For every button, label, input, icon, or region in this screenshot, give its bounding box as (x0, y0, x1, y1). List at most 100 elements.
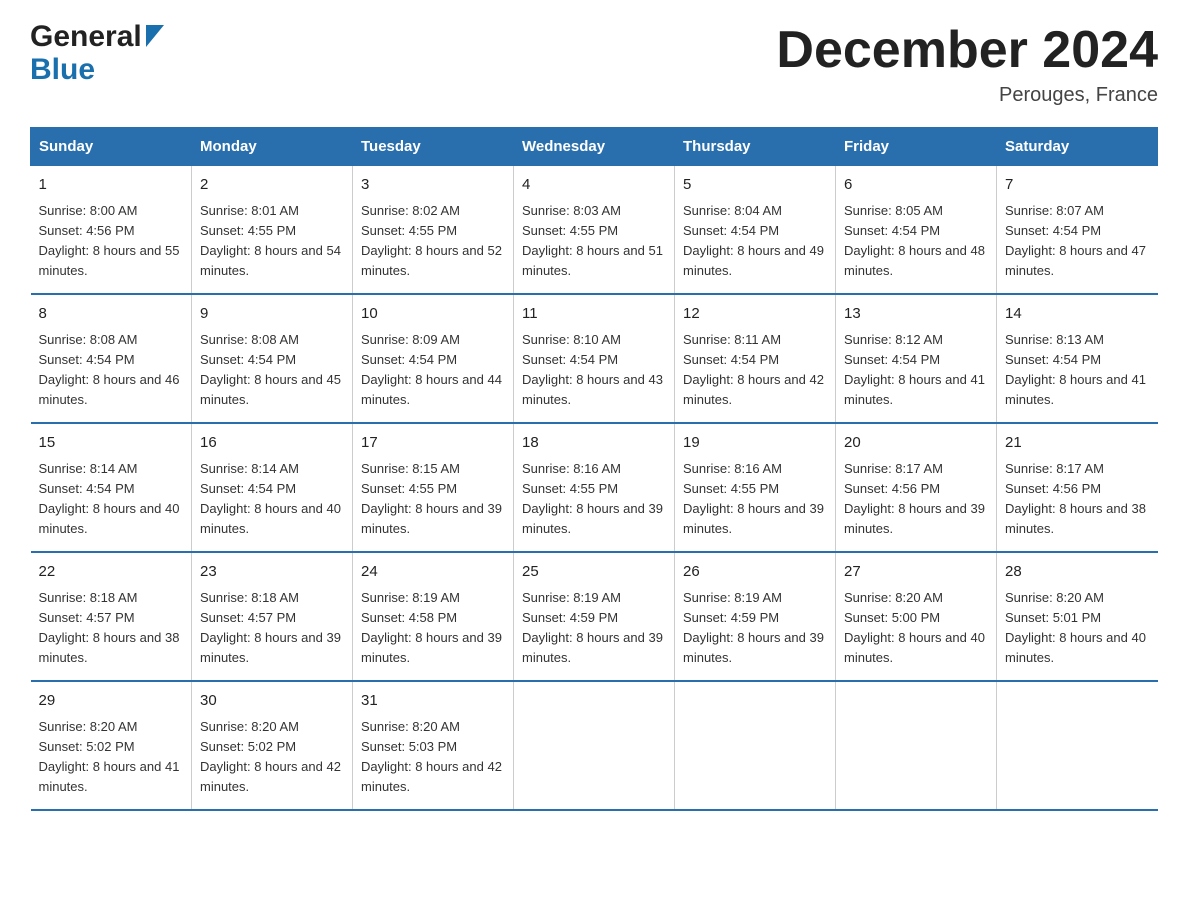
page-header: General Blue December 2024 Perouges, Fra… (30, 20, 1158, 107)
calendar-cell: 15 Sunrise: 8:14 AMSunset: 4:54 PMDayligh… (31, 423, 192, 552)
calendar-table: SundayMondayTuesdayWednesdayThursdayFrid… (30, 127, 1158, 811)
calendar-cell: 2 Sunrise: 8:01 AMSunset: 4:55 PMDaylight… (192, 166, 353, 295)
day-info: Sunrise: 8:14 AMSunset: 4:54 PMDaylight:… (39, 459, 184, 540)
day-number: 25 (522, 561, 666, 584)
calendar-cell: 17Sunrise: 8:15 AMSunset: 4:55 PMDayligh… (353, 423, 514, 552)
day-number: 24 (361, 561, 505, 584)
day-info: Sunrise: 8:02 AMSunset: 4:55 PMDaylight:… (361, 201, 505, 282)
day-info: Sunrise: 8:07 AMSunset: 4:54 PMDaylight:… (1005, 201, 1150, 282)
day-number: 14 (1005, 303, 1150, 326)
header-saturday: Saturday (997, 128, 1158, 166)
day-info: Sunrise: 8:12 AMSunset: 4:54 PMDaylight:… (844, 330, 988, 411)
day-info: Sunrise: 8:08 AMSunset: 4:54 PMDaylight:… (200, 330, 344, 411)
day-info: Sunrise: 8:17 AMSunset: 4:56 PMDaylight:… (844, 459, 988, 540)
title-section: December 2024 Perouges, France (776, 20, 1158, 107)
day-info: Sunrise: 8:10 AMSunset: 4:54 PMDaylight:… (522, 330, 666, 411)
calendar-cell: 1Sunrise: 8:00 AMSunset: 4:56 PMDaylight… (31, 166, 192, 295)
day-info: Sunrise: 8:01 AMSunset: 4:55 PMDaylight:… (200, 201, 344, 282)
calendar-cell: 12 Sunrise: 8:11 AMSunset: 4:54 PMDayligh… (675, 294, 836, 423)
day-number: 20 (844, 432, 988, 455)
calendar-cell: 8 Sunrise: 8:08 AMSunset: 4:54 PMDaylight… (31, 294, 192, 423)
day-number: 5 (683, 174, 827, 197)
day-number: 27 (844, 561, 988, 584)
calendar-cell: 28 Sunrise: 8:20 AMSunset: 5:01 PMDayligh… (997, 552, 1158, 681)
calendar-cell: 3 Sunrise: 8:02 AMSunset: 4:55 PMDaylight… (353, 166, 514, 295)
day-number: 23 (200, 561, 344, 584)
day-info: Sunrise: 8:05 AMSunset: 4:54 PMDaylight:… (844, 201, 988, 282)
calendar-week-row: 22 Sunrise: 8:18 AMSunset: 4:57 PMDayligh… (31, 552, 1158, 681)
calendar-cell: 22 Sunrise: 8:18 AMSunset: 4:57 PMDayligh… (31, 552, 192, 681)
calendar-cell: 30 Sunrise: 8:20 AMSunset: 5:02 PMDayligh… (192, 681, 353, 810)
day-number: 22 (39, 561, 184, 584)
calendar-week-row: 8 Sunrise: 8:08 AMSunset: 4:54 PMDaylight… (31, 294, 1158, 423)
header-sunday: Sunday (31, 128, 192, 166)
calendar-cell: 10 Sunrise: 8:09 AMSunset: 4:54 PMDayligh… (353, 294, 514, 423)
calendar-cell: 23 Sunrise: 8:18 AMSunset: 4:57 PMDayligh… (192, 552, 353, 681)
calendar-cell: 5 Sunrise: 8:04 AMSunset: 4:54 PMDaylight… (675, 166, 836, 295)
day-info: Sunrise: 8:20 AMSunset: 5:02 PMDaylight:… (200, 717, 344, 798)
day-number: 10 (361, 303, 505, 326)
calendar-cell: 25Sunrise: 8:19 AMSunset: 4:59 PMDayligh… (514, 552, 675, 681)
header-thursday: Thursday (675, 128, 836, 166)
day-number: 4 (522, 174, 666, 197)
day-info: Sunrise: 8:03 AMSunset: 4:55 PMDaylight:… (522, 201, 666, 282)
day-number: 26 (683, 561, 827, 584)
day-info: Sunrise: 8:17 AMSunset: 4:56 PMDaylight:… (1005, 459, 1150, 540)
day-info: Sunrise: 8:00 AMSunset: 4:56 PMDaylight:… (39, 201, 184, 282)
calendar-cell: 26 Sunrise: 8:19 AMSunset: 4:59 PMDayligh… (675, 552, 836, 681)
header-monday: Monday (192, 128, 353, 166)
calendar-cell: 18Sunrise: 8:16 AMSunset: 4:55 PMDayligh… (514, 423, 675, 552)
calendar-cell (514, 681, 675, 810)
calendar-cell: 4 Sunrise: 8:03 AMSunset: 4:55 PMDaylight… (514, 166, 675, 295)
calendar-cell: 6 Sunrise: 8:05 AMSunset: 4:54 PMDaylight… (836, 166, 997, 295)
calendar-cell: 20 Sunrise: 8:17 AMSunset: 4:56 PMDayligh… (836, 423, 997, 552)
calendar-cell: 16 Sunrise: 8:14 AMSunset: 4:54 PMDayligh… (192, 423, 353, 552)
day-info: Sunrise: 8:13 AMSunset: 4:54 PMDaylight:… (1005, 330, 1150, 411)
day-number: 9 (200, 303, 344, 326)
day-number: 6 (844, 174, 988, 197)
day-number: 17 (361, 432, 505, 455)
day-info: Sunrise: 8:19 AMSunset: 4:59 PMDaylight:… (683, 588, 827, 669)
day-info: Sunrise: 8:08 AMSunset: 4:54 PMDaylight:… (39, 330, 184, 411)
day-number: 7 (1005, 174, 1150, 197)
logo-general-text: General (30, 20, 142, 53)
calendar-week-row: 29 Sunrise: 8:20 AMSunset: 5:02 PMDayligh… (31, 681, 1158, 810)
calendar-cell: 21 Sunrise: 8:17 AMSunset: 4:56 PMDayligh… (997, 423, 1158, 552)
day-number: 2 (200, 174, 344, 197)
calendar-cell: 14 Sunrise: 8:13 AMSunset: 4:54 PMDayligh… (997, 294, 1158, 423)
day-number: 19 (683, 432, 827, 455)
day-number: 3 (361, 174, 505, 197)
day-info: Sunrise: 8:20 AMSunset: 5:01 PMDaylight:… (1005, 588, 1150, 669)
day-number: 15 (39, 432, 184, 455)
calendar-week-row: 15 Sunrise: 8:14 AMSunset: 4:54 PMDayligh… (31, 423, 1158, 552)
calendar-cell: 7 Sunrise: 8:07 AMSunset: 4:54 PMDaylight… (997, 166, 1158, 295)
day-info: Sunrise: 8:09 AMSunset: 4:54 PMDaylight:… (361, 330, 505, 411)
day-number: 21 (1005, 432, 1150, 455)
day-number: 11 (522, 303, 666, 326)
day-number: 28 (1005, 561, 1150, 584)
day-number: 8 (39, 303, 184, 326)
day-number: 16 (200, 432, 344, 455)
logo-blue-text: Blue (30, 53, 95, 86)
calendar-week-row: 1Sunrise: 8:00 AMSunset: 4:56 PMDaylight… (31, 166, 1158, 295)
header-friday: Friday (836, 128, 997, 166)
day-info: Sunrise: 8:04 AMSunset: 4:54 PMDaylight:… (683, 201, 827, 282)
calendar-header-row: SundayMondayTuesdayWednesdayThursdayFrid… (31, 128, 1158, 166)
day-number: 12 (683, 303, 827, 326)
day-info: Sunrise: 8:18 AMSunset: 4:57 PMDaylight:… (200, 588, 344, 669)
calendar-cell: 24Sunrise: 8:19 AMSunset: 4:58 PMDayligh… (353, 552, 514, 681)
day-info: Sunrise: 8:11 AMSunset: 4:54 PMDaylight:… (683, 330, 827, 411)
calendar-cell: 29Sunrise: 8:20 AMSunset: 5:02 PMDayligh… (31, 681, 192, 810)
day-number: 18 (522, 432, 666, 455)
day-number: 31 (361, 690, 505, 713)
location: Perouges, France (776, 84, 1158, 107)
day-info: Sunrise: 8:14 AMSunset: 4:54 PMDaylight:… (200, 459, 344, 540)
logo: General Blue (30, 20, 164, 86)
day-info: Sunrise: 8:18 AMSunset: 4:57 PMDaylight:… (39, 588, 184, 669)
calendar-cell: 13Sunrise: 8:12 AMSunset: 4:54 PMDayligh… (836, 294, 997, 423)
calendar-cell: 27Sunrise: 8:20 AMSunset: 5:00 PMDayligh… (836, 552, 997, 681)
calendar-cell: 19Sunrise: 8:16 AMSunset: 4:55 PMDayligh… (675, 423, 836, 552)
day-number: 29 (39, 690, 184, 713)
logo-arrow-icon (146, 25, 164, 52)
day-number: 30 (200, 690, 344, 713)
